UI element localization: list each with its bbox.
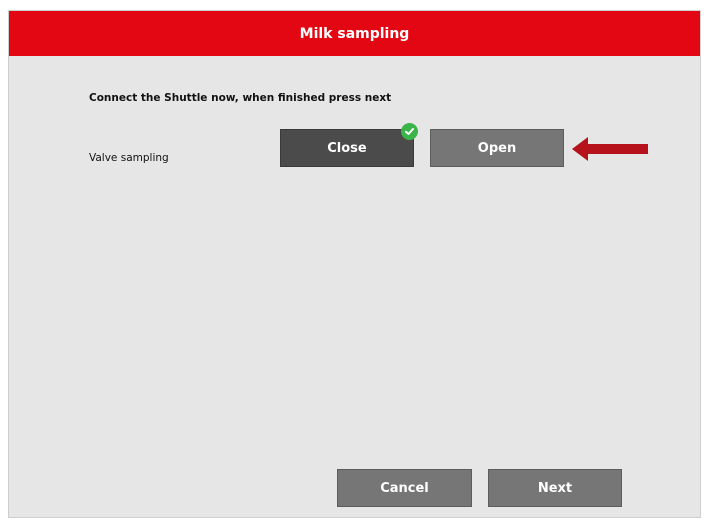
close-button[interactable]: Close [280,129,414,167]
milk-sampling-window: Milk sampling Connect the Shuttle now, w… [8,10,701,518]
title-bar: Milk sampling [9,11,700,56]
instruction-text: Connect the Shuttle now, when finished p… [89,92,392,104]
next-button[interactable]: Next [488,469,622,507]
open-button-label: Open [477,140,517,156]
cancel-button-label: Cancel [380,480,429,496]
cancel-button[interactable]: Cancel [337,469,472,507]
check-circle-icon [401,123,418,140]
arrow-left-icon [572,137,648,161]
window-title: Milk sampling [299,25,410,42]
close-button-label: Close [327,140,367,156]
open-button[interactable]: Open [430,129,564,167]
next-button-label: Next [537,480,573,496]
valve-sampling-label: Valve sampling [89,152,169,164]
